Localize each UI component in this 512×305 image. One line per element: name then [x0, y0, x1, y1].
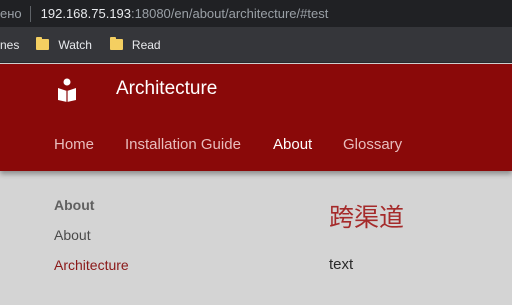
sidebar-item-architecture[interactable]: Architecture: [54, 257, 129, 273]
content-text: text: [329, 256, 354, 273]
bookmarks-bar: nes Watch Read: [0, 27, 512, 63]
sidebar-heading: About: [54, 197, 95, 213]
tab-title-fragment: ено: [0, 6, 22, 21]
bookmark-read[interactable]: Read: [109, 37, 161, 52]
folder-icon: [36, 37, 50, 50]
folder-icon: [109, 37, 123, 50]
site-title[interactable]: Architecture: [116, 78, 217, 100]
bookmark-watch[interactable]: Watch: [36, 37, 92, 52]
nav-item-installation-guide[interactable]: Installation Guide: [125, 136, 241, 153]
address-separator: [29, 5, 31, 22]
url-host[interactable]: 192.168.75.193: [41, 6, 131, 21]
bookmark-truncated[interactable]: nes: [0, 38, 19, 52]
bookmark-label: Watch: [58, 37, 92, 52]
nav-item-about[interactable]: About: [273, 136, 312, 153]
nav-item-glossary[interactable]: Glossary: [343, 136, 402, 153]
nav-item-home[interactable]: Home: [54, 136, 94, 153]
url-path[interactable]: :18080/en/about/architecture/#test: [131, 6, 328, 21]
content-title: 跨渠道: [329, 203, 405, 232]
book-reader-icon[interactable]: [57, 78, 77, 102]
bookmark-label: Read: [131, 37, 161, 52]
browser-address-bar[interactable]: ено 192.168.75.193 :18080/en/about/archi…: [0, 0, 512, 27]
sidebar-item-about[interactable]: About: [54, 227, 91, 243]
